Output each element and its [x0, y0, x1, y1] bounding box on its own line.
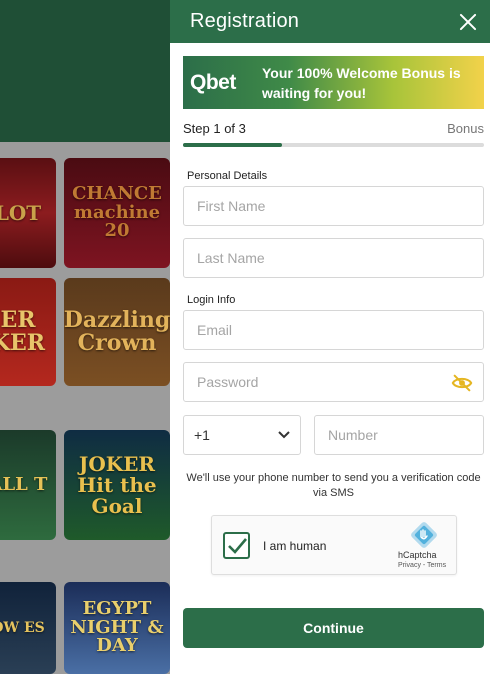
last-name-field[interactable] — [183, 238, 484, 278]
game-tile-title: JOKER Hit the Goal — [77, 451, 157, 518]
hcaptcha-widget: I am human hCaptcha Privacy - Terms — [211, 515, 457, 575]
email-field[interactable] — [183, 310, 484, 350]
game-tile-title: OW ES — [0, 619, 45, 636]
game-tile-title: CHANCE machine 20 — [72, 182, 162, 242]
background-header — [0, 0, 170, 142]
next-step-label: Bonus — [447, 121, 484, 136]
personal-details-heading: Personal Details — [187, 170, 268, 182]
game-tile-title: ER KER — [0, 306, 46, 356]
step-progress-bar — [183, 143, 484, 147]
last-name-input[interactable] — [184, 239, 483, 277]
email-input[interactable] — [184, 311, 483, 349]
step-progress-fill — [183, 143, 283, 147]
phone-number-field[interactable] — [314, 415, 484, 455]
game-tile[interactable]: ER KER — [0, 278, 56, 386]
game-tile-title: EGYPT NIGHT & DAY — [70, 597, 164, 657]
qbet-logo: Qbet — [190, 70, 236, 94]
registration-panel: Registration Qbet Your 100% Welcome Bonu… — [170, 0, 490, 674]
game-tile[interactable]: Dazzling Crown — [64, 278, 170, 386]
password-input[interactable] — [184, 363, 483, 401]
hcaptcha-links[interactable]: Privacy - Terms — [398, 562, 446, 569]
continue-button[interactable]: Continue — [183, 608, 484, 648]
chevron-down-icon — [278, 431, 290, 439]
country-code-select[interactable]: +1 — [183, 415, 301, 455]
background-page: LOT CHANCE machine 20 ER KER Dazzling Cr… — [0, 0, 170, 674]
close-icon[interactable] — [458, 12, 478, 32]
password-field[interactable] — [183, 362, 484, 402]
game-tile-title: ALL T — [0, 473, 48, 495]
captcha-checkbox[interactable] — [223, 532, 250, 559]
login-info-heading: Login Info — [187, 294, 236, 306]
game-tile[interactable]: ALL T — [0, 430, 56, 540]
welcome-bonus-banner: Qbet Your 100% Welcome Bonus is waiting … — [183, 56, 484, 109]
hcaptcha-logo-icon — [411, 522, 437, 548]
game-tile[interactable]: JOKER Hit the Goal — [64, 430, 170, 540]
phone-number-input[interactable] — [315, 416, 483, 454]
banner-text: Your 100% Welcome Bonus is waiting for y… — [262, 64, 461, 101]
registration-title: Registration — [190, 10, 300, 32]
first-name-input[interactable] — [184, 187, 483, 225]
game-tile[interactable]: CHANCE machine 20 — [64, 158, 170, 268]
registration-header: Registration — [170, 0, 490, 43]
captcha-label: I am human — [263, 539, 327, 553]
sms-verification-note: We'll use your phone number to send you … — [186, 472, 481, 499]
game-tile[interactable]: LOT — [0, 158, 56, 268]
checkmark-icon — [228, 538, 247, 554]
eye-off-icon[interactable] — [451, 373, 473, 393]
step-indicator: Step 1 of 3 Bonus — [183, 121, 484, 136]
country-code-value: +1 — [194, 427, 210, 443]
step-label: Step 1 of 3 — [183, 121, 246, 136]
game-tile[interactable]: OW ES — [0, 582, 56, 674]
game-tile-title: LOT — [0, 200, 42, 225]
game-tile-title: Dazzling Crown — [64, 306, 170, 356]
first-name-field[interactable] — [183, 186, 484, 226]
game-tile[interactable]: EGYPT NIGHT & DAY — [64, 582, 170, 674]
hcaptcha-brand: hCaptcha — [398, 550, 437, 560]
